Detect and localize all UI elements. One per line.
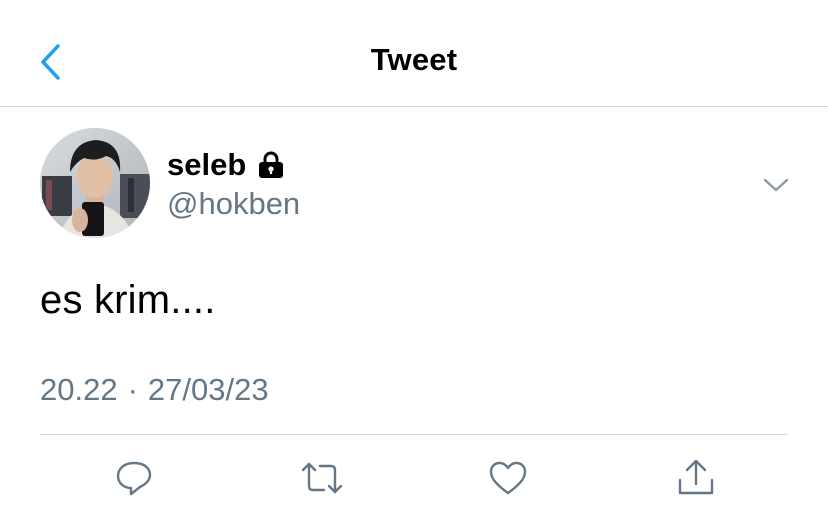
retweet-icon [301, 462, 343, 494]
nav-header: Tweet [0, 0, 828, 107]
tweet-timestamp[interactable]: 20.22 · 27/03/23 [40, 372, 269, 408]
user-handle[interactable]: @hokben [167, 186, 300, 222]
tweet-time: 20.22 [40, 372, 118, 407]
divider [40, 434, 788, 435]
page-title: Tweet [370, 42, 458, 77]
share-icon [678, 459, 714, 495]
author-name-row[interactable]: seleb [167, 144, 286, 186]
tweet-date: 27/03/23 [147, 372, 269, 407]
reply-button[interactable] [112, 456, 156, 500]
avatar[interactable] [40, 128, 150, 238]
retweet-button[interactable] [300, 456, 344, 500]
tweet-detail-screen: Tweet seleb @hokben es krim.... 20.22 · … [0, 0, 828, 516]
share-button[interactable] [674, 456, 718, 500]
display-name: seleb [167, 147, 247, 182]
tweet-text: es krim.... [40, 278, 216, 322]
heart-icon [489, 461, 527, 495]
lock-icon [256, 151, 286, 179]
avatar-photo [40, 128, 150, 238]
chevron-down-icon [763, 178, 789, 192]
timestamp-separator: · [127, 372, 138, 407]
like-button[interactable] [486, 456, 530, 500]
tweet-menu-button[interactable] [758, 170, 794, 200]
reply-icon [116, 461, 152, 496]
